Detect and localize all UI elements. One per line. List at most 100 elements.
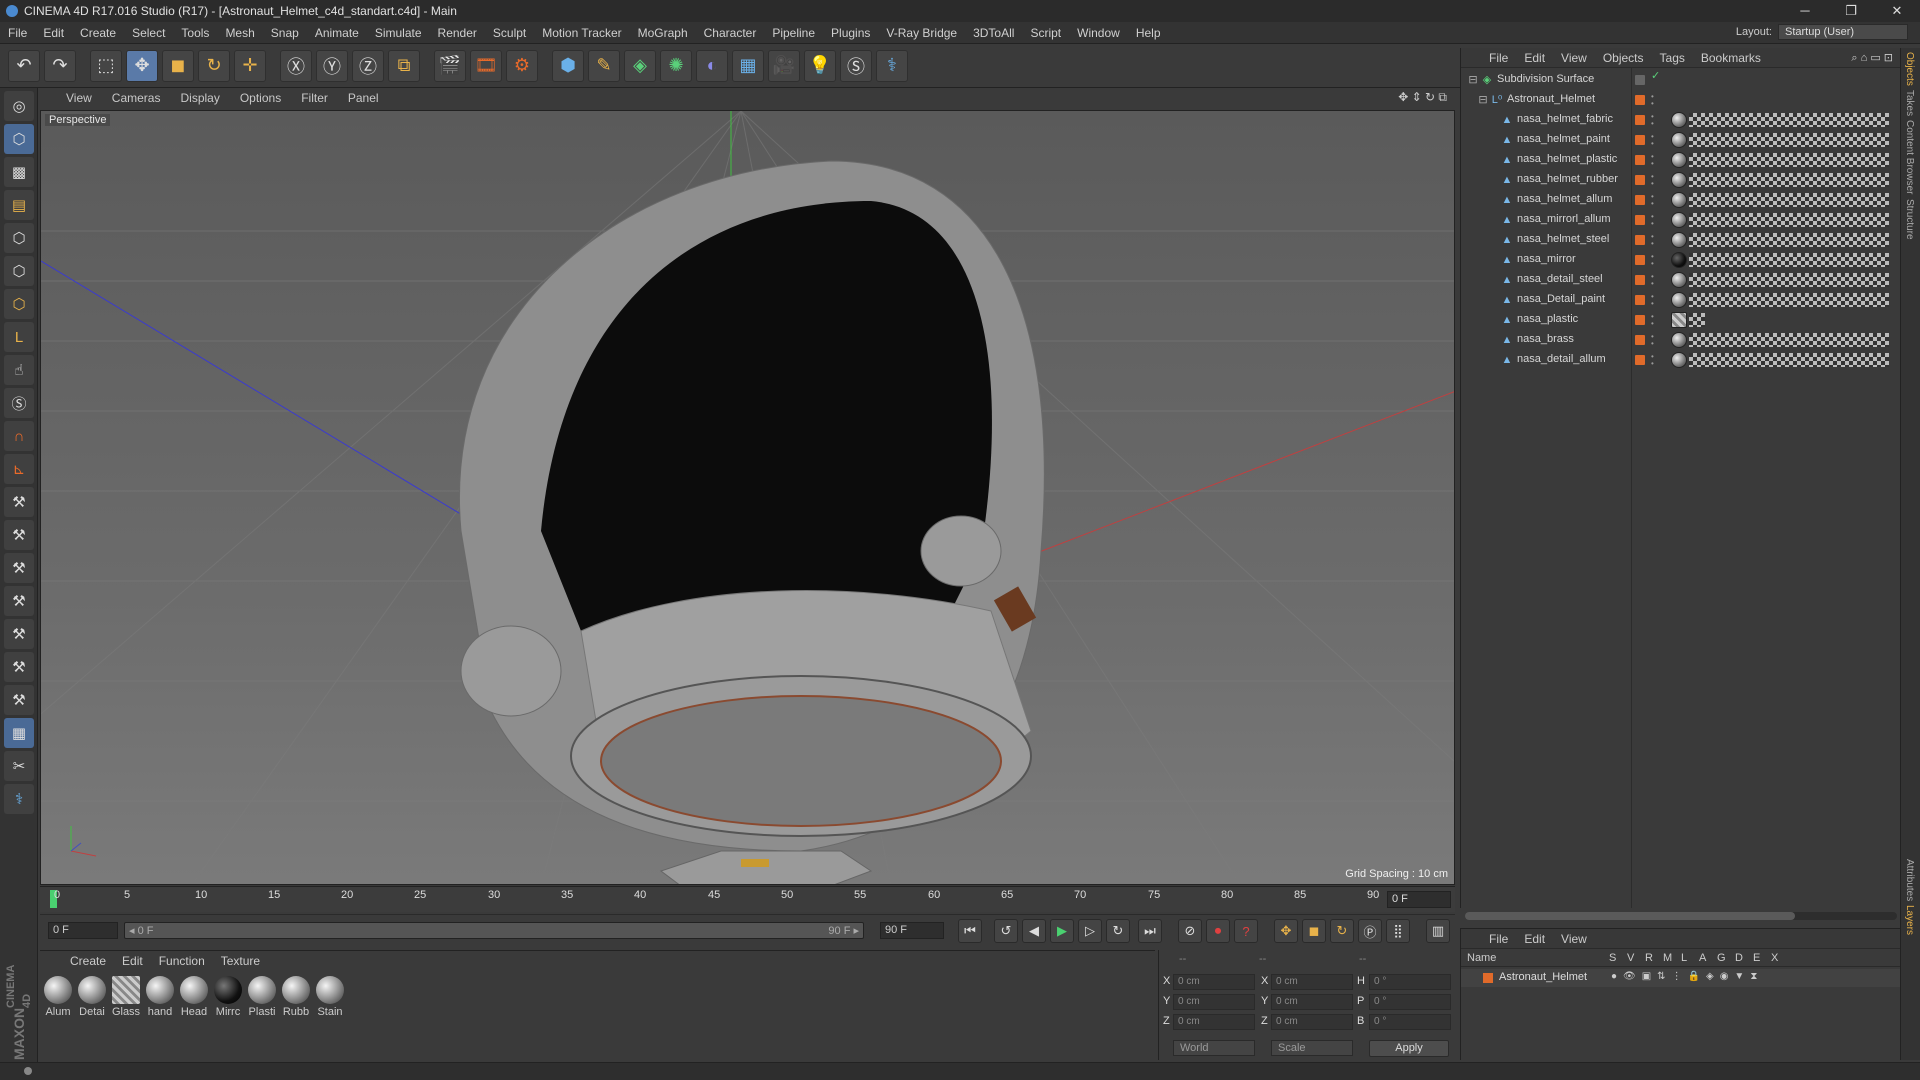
transform-mode-dropdown[interactable]: Scale	[1271, 1040, 1353, 1056]
tweak-mode-icon[interactable]: ☝	[4, 355, 34, 385]
menu-character[interactable]: Character	[696, 26, 765, 40]
position-z-field[interactable]: 0 cm	[1173, 1014, 1255, 1030]
minimize-button[interactable]: ─	[1782, 0, 1828, 22]
play-icon[interactable]: ▶	[1050, 919, 1074, 943]
edit-render-settings-icon[interactable]: ⚙	[506, 49, 538, 82]
viewport-menu-view[interactable]: View	[58, 91, 100, 105]
python-icon[interactable]: ⚕	[876, 49, 908, 82]
object-row[interactable]: ▲ nasa_helmet_rubber • •	[1461, 170, 1901, 190]
material-swatch[interactable]: Head	[178, 976, 210, 1018]
menu-help[interactable]: Help	[1128, 26, 1169, 40]
brush-icon-7[interactable]: ⚒	[4, 685, 34, 715]
menu-snap[interactable]: Snap	[263, 26, 307, 40]
menu-mesh[interactable]: Mesh	[217, 26, 262, 40]
viewport-menu-filter[interactable]: Filter	[293, 91, 336, 105]
menu-pipeline[interactable]: Pipeline	[764, 26, 823, 40]
texture-tags[interactable]	[1689, 193, 1889, 207]
texture-tags[interactable]	[1689, 213, 1889, 227]
texture-tags[interactable]	[1689, 173, 1889, 187]
points-mode-icon[interactable]: ⬡	[4, 223, 34, 253]
axis-lock-icon[interactable]: ⊾	[4, 454, 34, 484]
object-row[interactable]: ▲ nasa_plastic • •	[1461, 310, 1901, 330]
position-x-field[interactable]: 0 cm	[1173, 974, 1255, 990]
layer-row[interactable]: Astronaut_Helmet ●👁▣⇅⋮🔒◈◉▼⧗	[1461, 969, 1901, 987]
pen-spline-icon[interactable]: ✎	[588, 49, 620, 82]
render-picture-viewer-icon[interactable]: 🎞	[470, 49, 502, 82]
texture-tags[interactable]	[1689, 273, 1889, 287]
brush-icon-3[interactable]: ⚒	[4, 553, 34, 583]
rotation-h-field[interactable]: 0 °	[1369, 974, 1451, 990]
object-row[interactable]: ▲ nasa_detail_steel • •	[1461, 270, 1901, 290]
objects-menu-edit[interactable]: Edit	[1516, 51, 1553, 65]
material-swatch[interactable]: Rubb	[280, 976, 312, 1018]
material-swatch[interactable]: hand	[144, 976, 176, 1018]
go-to-end-icon[interactable]: ⏭	[1138, 919, 1162, 943]
object-row[interactable]: ▲ nasa_mirrorl_allum • •	[1461, 210, 1901, 230]
rotation-b-field[interactable]: 0 °	[1369, 1014, 1451, 1030]
material-tag-icon[interactable]	[1671, 232, 1687, 248]
layer-flags-icons[interactable]: ●👁▣⇅⋮🔒◈◉▼⧗	[1611, 971, 1763, 982]
magnet-icon[interactable]: ∩	[4, 421, 34, 451]
previous-key-icon[interactable]: ↺	[994, 919, 1018, 943]
material-tag-icon[interactable]	[1671, 212, 1687, 228]
tab-content-browser[interactable]: Content Browser	[1904, 120, 1915, 194]
menu-render[interactable]: Render	[430, 26, 485, 40]
key-mode-icon[interactable]: ⊘	[1178, 919, 1202, 943]
snap-icon[interactable]: Ⓢ	[4, 388, 34, 418]
layers-menu-file[interactable]: File	[1481, 932, 1516, 946]
object-row[interactable]: ▲ nasa_helmet_plastic • •	[1461, 150, 1901, 170]
texture-mode-icon[interactable]: ▩	[4, 157, 34, 187]
previous-frame-icon[interactable]: ◀	[1022, 919, 1046, 943]
material-tag-icon[interactable]	[1671, 192, 1687, 208]
python-script-icon[interactable]: ⚕	[4, 784, 34, 814]
objects-menu-file[interactable]: File	[1481, 51, 1516, 65]
key-position-icon[interactable]: ✥	[1274, 919, 1298, 943]
texture-tags[interactable]	[1689, 353, 1889, 367]
rotation-p-field[interactable]: 0 °	[1369, 994, 1451, 1010]
material-tag-icon[interactable]	[1671, 172, 1687, 188]
material-tag-icon[interactable]	[1671, 112, 1687, 128]
coordinate-system-icon[interactable]: ⧉	[388, 49, 420, 82]
material-tag-icon[interactable]	[1671, 332, 1687, 348]
material-tag-icon[interactable]	[1671, 352, 1687, 368]
current-frame-field[interactable]: 0 F	[1387, 891, 1451, 908]
object-row[interactable]: ▲ nasa_Detail_paint • •	[1461, 290, 1901, 310]
layers-menu-edit[interactable]: Edit	[1516, 932, 1553, 946]
menu-simulate[interactable]: Simulate	[367, 26, 430, 40]
objects-search-icon[interactable]: ⌕ ⌂ ▭ ⊡	[1851, 51, 1893, 65]
menu-edit[interactable]: Edit	[35, 26, 72, 40]
tab-structure[interactable]: Structure	[1904, 199, 1915, 240]
size-y-field[interactable]: 0 cm	[1271, 994, 1353, 1010]
viewport-menu-display[interactable]: Display	[172, 91, 227, 105]
scale-icon[interactable]: ◼	[162, 49, 194, 82]
floor-icon[interactable]: ▦	[732, 49, 764, 82]
z-axis-lock-icon[interactable]: Ⓩ	[352, 49, 384, 82]
material-tag-icon[interactable]	[1671, 312, 1687, 328]
workplane-icon[interactable]: ▤	[4, 190, 34, 220]
brush-icon-5[interactable]: ⚒	[4, 619, 34, 649]
maximize-button[interactable]: ❐	[1828, 0, 1874, 22]
key-rotation-icon[interactable]: ↻	[1330, 919, 1354, 943]
tab-takes[interactable]: Takes	[1904, 90, 1915, 116]
menu-window[interactable]: Window	[1069, 26, 1128, 40]
polygons-mode-icon[interactable]: ⬡	[4, 289, 34, 319]
menu-file[interactable]: File	[0, 26, 35, 40]
brush-icon-4[interactable]: ⚒	[4, 586, 34, 616]
rotate-icon[interactable]: ↻	[198, 49, 230, 82]
timeline-ruler[interactable]: 0 5 10 15 20 25 30 35 40 45 50 55 60 65 …	[40, 886, 1455, 912]
tab-layers[interactable]: Layers	[1904, 905, 1915, 935]
start-frame-field[interactable]: 0 F	[48, 922, 118, 939]
size-x-field[interactable]: 0 cm	[1271, 974, 1353, 990]
cube-icon[interactable]: ⬢	[552, 49, 584, 82]
layers-menu-view[interactable]: View	[1553, 932, 1595, 946]
next-frame-icon[interactable]: ▷	[1078, 919, 1102, 943]
material-menu-create[interactable]: Create	[62, 954, 114, 968]
position-y-field[interactable]: 0 cm	[1173, 994, 1255, 1010]
size-z-field[interactable]: 0 cm	[1271, 1014, 1353, 1030]
recent-tool-icon[interactable]: ✛	[234, 49, 266, 82]
make-editable-icon[interactable]: ◎	[4, 91, 34, 121]
menu-tools[interactable]: Tools	[173, 26, 217, 40]
key-parameter-icon[interactable]: Ⓟ	[1358, 919, 1382, 943]
menu-create[interactable]: Create	[72, 26, 124, 40]
tab-objects[interactable]: Objects	[1904, 52, 1915, 86]
